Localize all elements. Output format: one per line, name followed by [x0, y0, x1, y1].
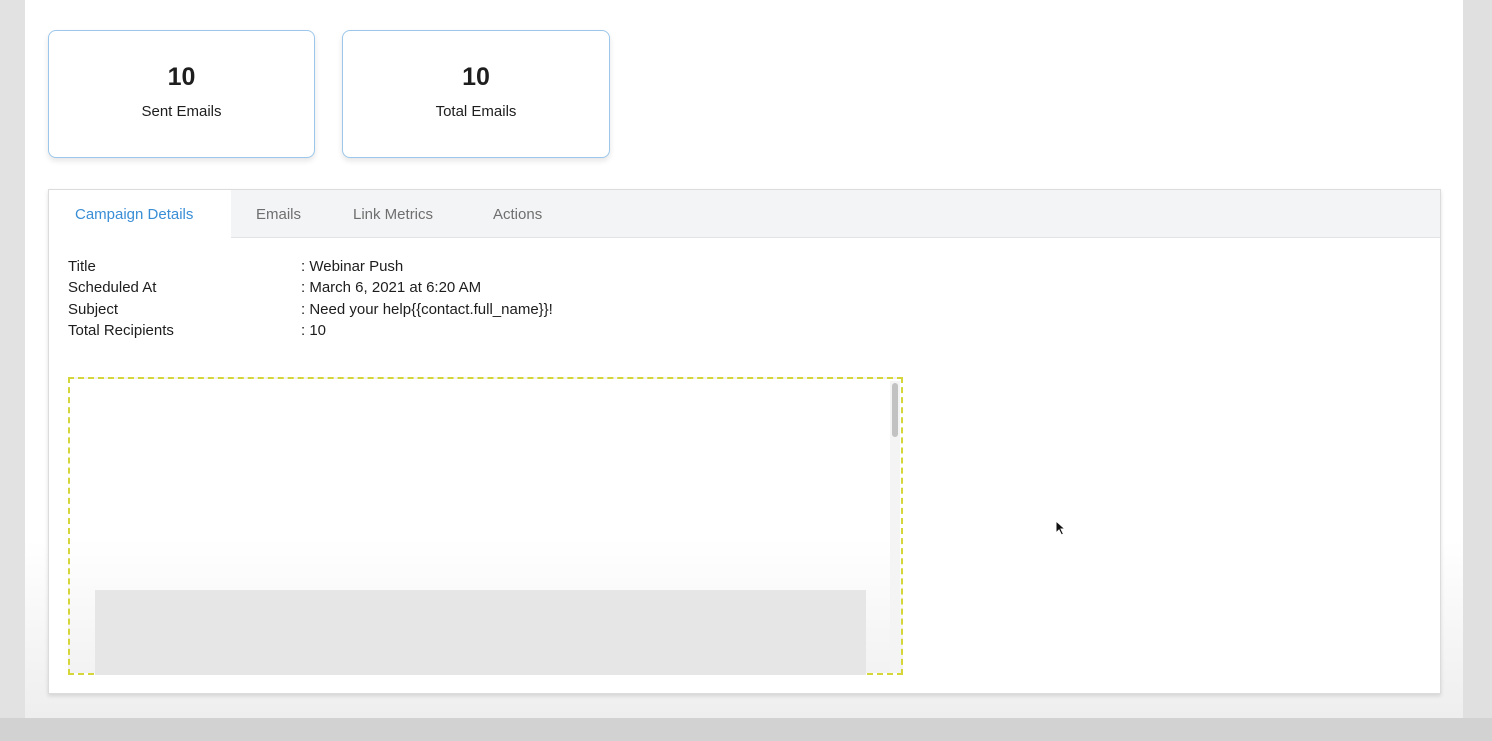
- tab-link-metrics[interactable]: Link Metrics: [353, 190, 433, 238]
- left-gutter: [0, 0, 25, 741]
- page: 10 Sent Emails 10 Total Emails Campaign …: [0, 0, 1492, 741]
- main-content: 10 Sent Emails 10 Total Emails Campaign …: [25, 0, 1463, 718]
- tab-campaign-details[interactable]: Campaign Details: [49, 190, 231, 239]
- email-preview-frame[interactable]: [68, 377, 903, 675]
- total-emails-card: 10 Total Emails: [342, 30, 610, 158]
- detail-key: Title: [68, 258, 96, 275]
- tab-bar: Campaign Details Emails Link Metrics Act…: [49, 190, 1440, 239]
- right-gutter: [1463, 0, 1492, 741]
- detail-key: Total Recipients: [68, 322, 174, 339]
- detail-row-scheduled-at: Scheduled At : March 6, 2021 at 6:20 AM: [68, 279, 768, 301]
- sent-emails-card: 10 Sent Emails: [48, 30, 315, 158]
- detail-value: : 10: [301, 322, 327, 339]
- bottom-gutter: [0, 718, 1492, 741]
- detail-value: : Webinar Push: [301, 258, 404, 275]
- email-preview-content-block: [95, 590, 866, 675]
- sent-emails-label: Sent Emails: [141, 103, 222, 120]
- total-emails-count: 10: [462, 63, 490, 91]
- detail-key: Scheduled At: [68, 279, 157, 296]
- preview-scrollbar[interactable]: [890, 381, 900, 673]
- mouse-cursor-icon: [1055, 520, 1067, 536]
- detail-row-subject: Subject : Need your help{{contact.full_n…: [68, 301, 768, 323]
- detail-key: Subject: [68, 301, 119, 318]
- tab-actions[interactable]: Actions: [493, 190, 542, 238]
- tab-emails[interactable]: Emails: [256, 190, 301, 238]
- detail-row-total-recipients: Total Recipients : 10: [68, 322, 768, 344]
- campaign-panel: Campaign Details Emails Link Metrics Act…: [48, 189, 1441, 694]
- sent-emails-count: 10: [167, 63, 196, 91]
- detail-row-title: Title : Webinar Push: [68, 258, 768, 280]
- detail-value: : March 6, 2021 at 6:20 AM: [301, 279, 482, 296]
- total-emails-label: Total Emails: [435, 103, 517, 120]
- detail-value: : Need your help{{contact.full_name}}!: [301, 301, 553, 318]
- preview-scroll-thumb[interactable]: [892, 383, 898, 437]
